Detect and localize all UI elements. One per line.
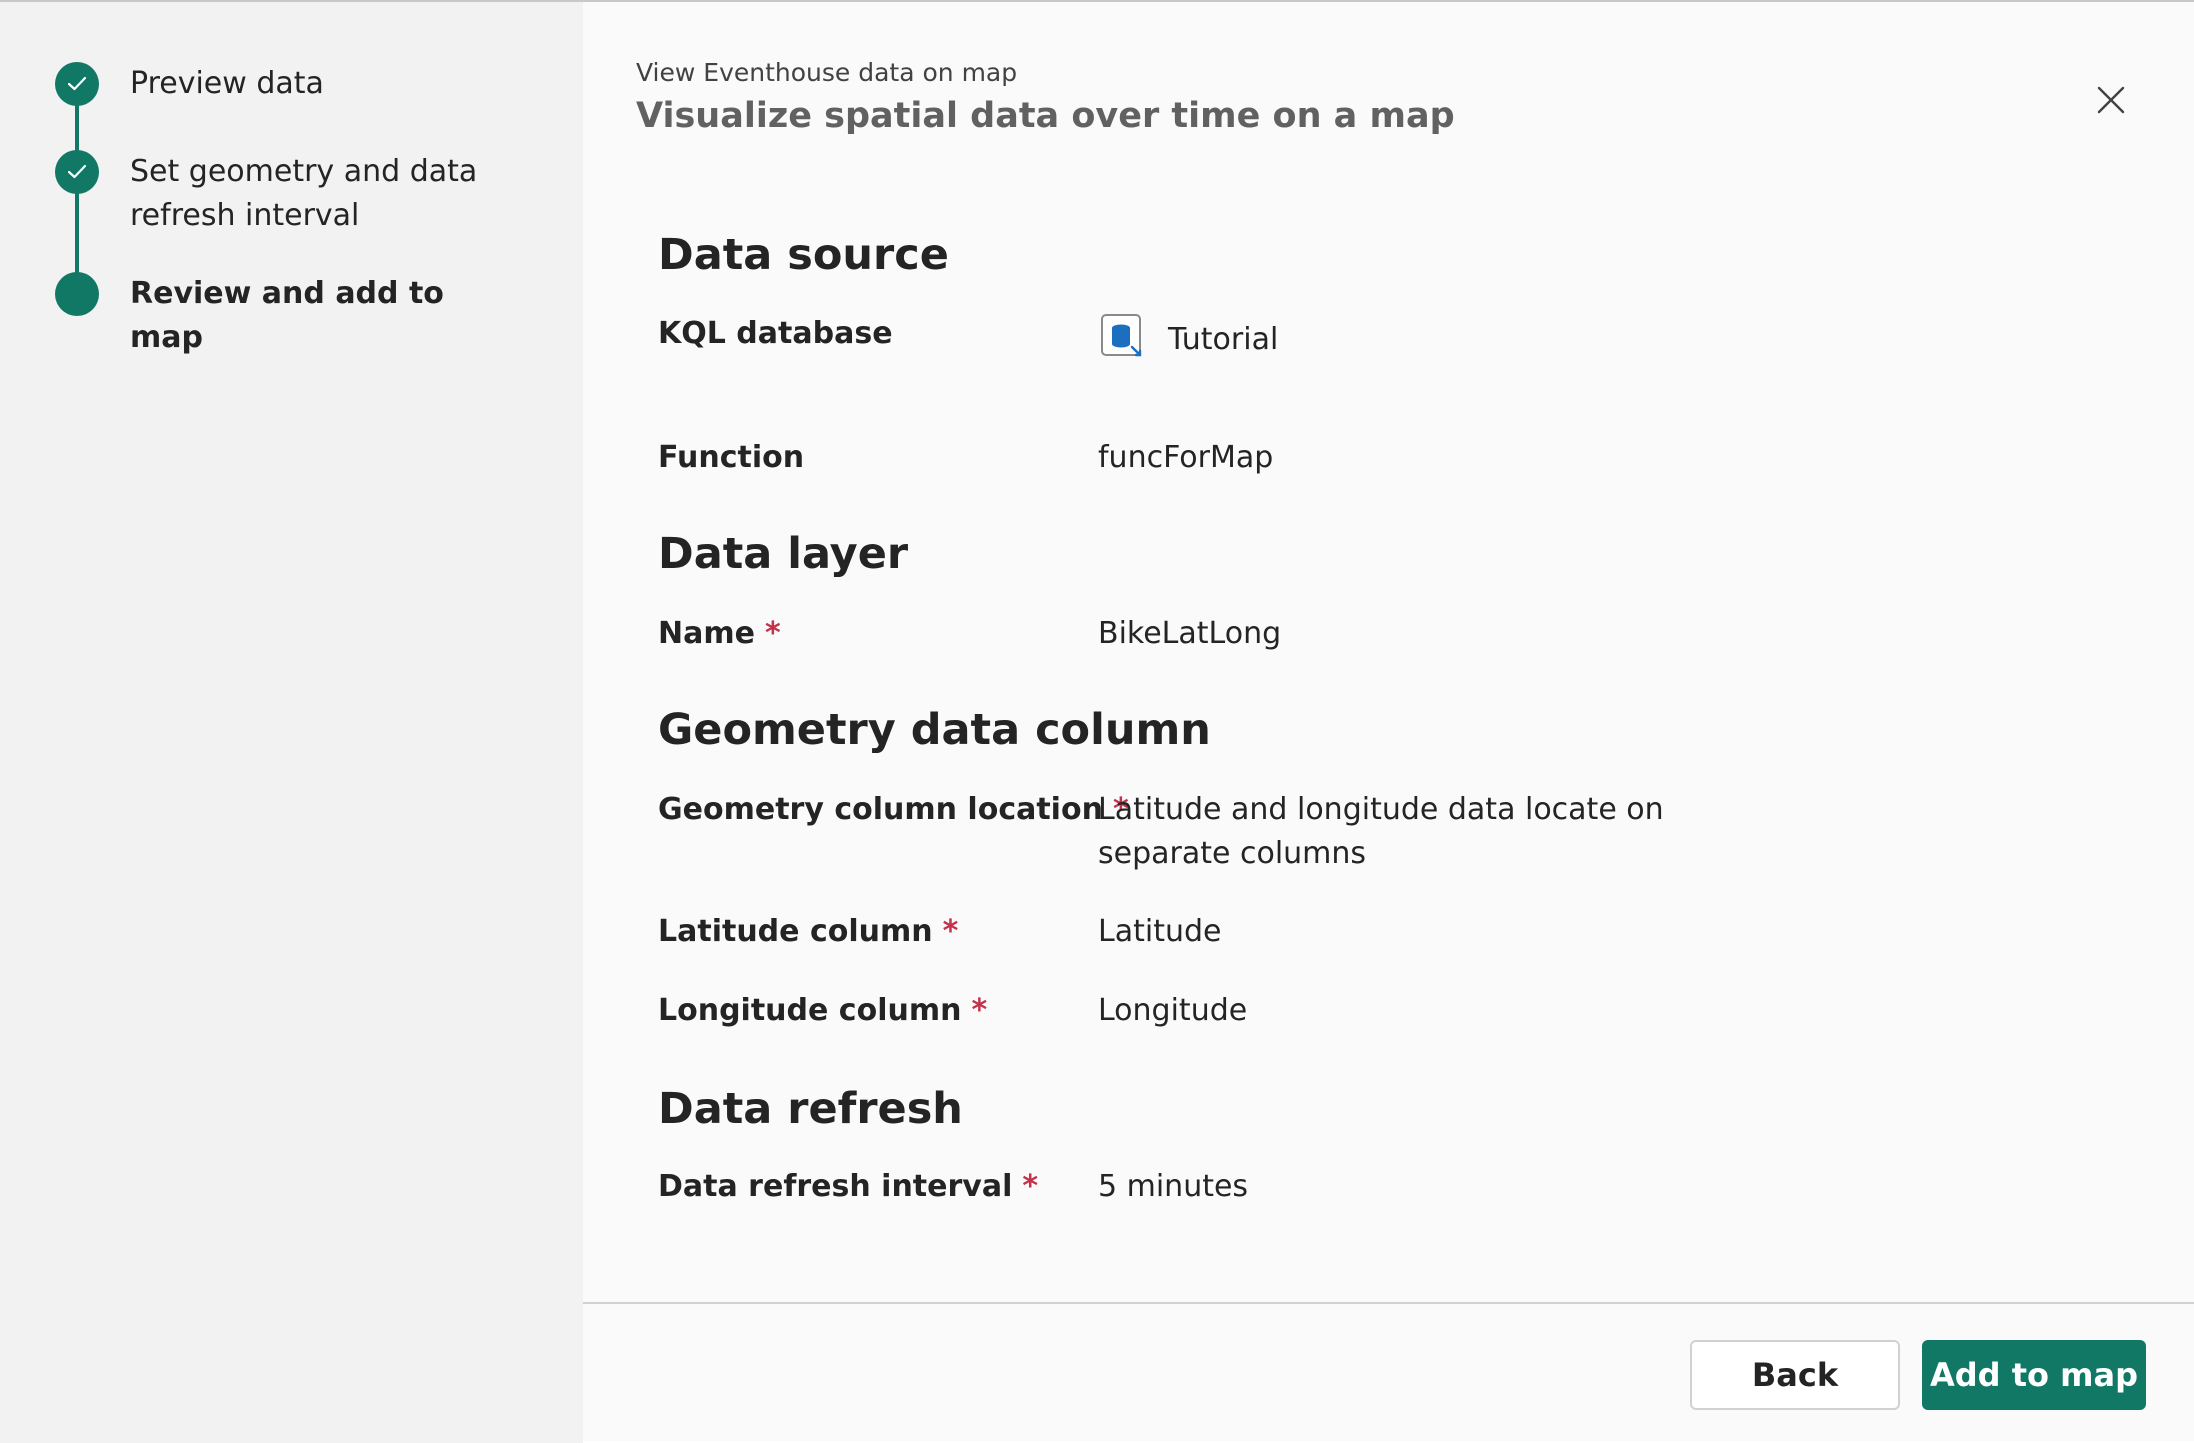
stepper-pane: Preview data Set geometry and data refre… [0, 2, 583, 1443]
geometry-location-label: Geometry column location * [658, 792, 1129, 827]
step-label: Set geometry and data refresh interval [130, 154, 478, 233]
geometry-location-value: Latitude and longitude data locate on se… [1098, 792, 1664, 871]
add-to-map-button[interactable]: Add to map [1922, 1340, 2146, 1410]
field-label-text: Name [658, 616, 755, 651]
dialog-title: Visualize spatial data over time on a ma… [636, 96, 1455, 136]
step-label: Review and add to map [130, 276, 444, 355]
back-button[interactable]: Back [1690, 1340, 1900, 1410]
current-step-indicator [55, 272, 99, 316]
required-marker: * [1022, 1169, 1039, 1204]
longitude-column-label: Longitude column * [658, 993, 987, 1028]
check-icon [55, 150, 99, 194]
section-title-data-refresh: Data refresh [658, 1084, 963, 1134]
section-title-geometry: Geometry data column [658, 705, 1211, 755]
review-content: View Eventhouse data on map Visualize sp… [583, 2, 2194, 1302]
function-value: funcForMap [1098, 440, 1274, 475]
required-marker: * [764, 616, 781, 651]
check-icon [55, 62, 99, 106]
step-label: Preview data [130, 66, 324, 101]
refresh-interval-value: 5 minutes [1098, 1169, 1249, 1204]
refresh-interval-label: Data refresh interval * [658, 1169, 1038, 1204]
latitude-column-label: Latitude column * [658, 914, 958, 949]
function-label: Function [658, 440, 805, 475]
dialog: Preview data Set geometry and data refre… [0, 0, 2194, 1443]
field-label-text: Longitude column [658, 993, 962, 1028]
section-title-data-layer: Data layer [658, 529, 909, 579]
section-title-data-source: Data source [658, 230, 949, 280]
field-label-text: Geometry column location [658, 792, 1103, 827]
close-button[interactable] [2089, 78, 2133, 122]
close-icon [2097, 86, 2125, 114]
required-marker: * [942, 914, 959, 949]
field-label-text: Latitude column [658, 914, 933, 949]
dialog-eyebrow: View Eventhouse data on map [636, 58, 1018, 87]
kql-database-value: Tutorial [1168, 322, 1279, 357]
kql-database-icon [1101, 314, 1143, 358]
layer-name-label: Name * [658, 616, 781, 651]
field-label-text: Data refresh interval [658, 1169, 1013, 1204]
footer-divider [583, 1302, 2194, 1304]
layer-name-value: BikeLatLong [1098, 616, 1282, 651]
latitude-column-value: Latitude [1098, 914, 1222, 949]
required-marker: * [971, 993, 988, 1028]
longitude-column-value: Longitude [1098, 993, 1248, 1028]
kql-database-label: KQL database [658, 316, 893, 351]
